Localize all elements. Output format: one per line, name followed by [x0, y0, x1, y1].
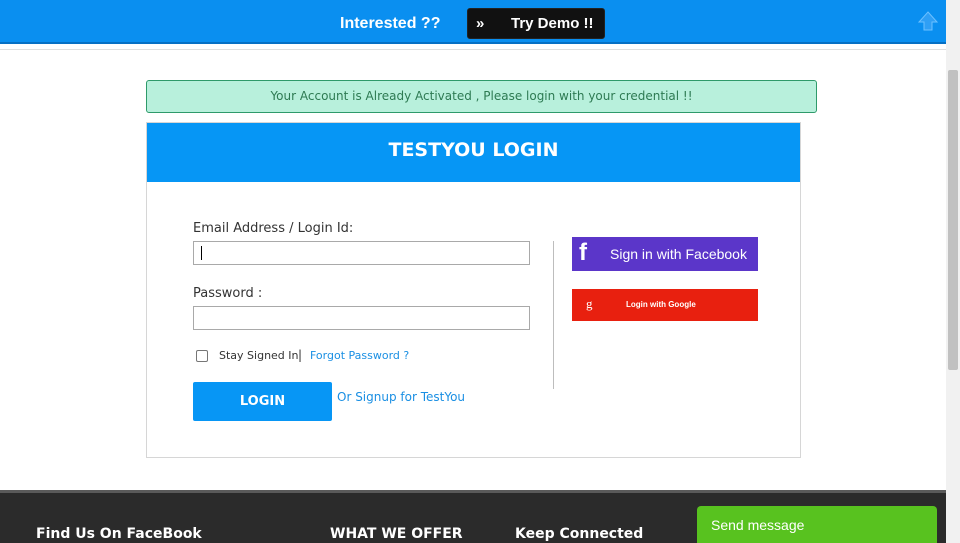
header-divider: [0, 49, 946, 50]
text-caret: [201, 246, 202, 260]
footer-facebook-heading: Find Us On FaceBook: [36, 526, 202, 542]
email-label: Email Address / Login Id:: [193, 221, 354, 236]
login-panel: TESTYOU LOGIN Email Address / Login Id: …: [146, 122, 801, 458]
top-banner: Interested ?? » Try Demo !!: [0, 0, 946, 44]
forgot-password-link[interactable]: Forgot Password ?: [310, 349, 409, 362]
facebook-signin-label: Sign in with Facebook: [610, 246, 747, 262]
login-button[interactable]: LOGIN: [193, 382, 332, 421]
login-title: TESTYOU LOGIN: [147, 123, 800, 182]
page-scrollbar[interactable]: [946, 0, 960, 543]
password-input[interactable]: [193, 306, 530, 330]
double-chevron-right-icon: »: [476, 15, 485, 32]
link-separator: |: [298, 348, 303, 362]
facebook-icon: f: [579, 239, 587, 266]
footer-connected-heading: Keep Connected: [515, 526, 644, 542]
send-message-chat-button[interactable]: Send message: [697, 506, 937, 543]
signup-link[interactable]: Or Signup for TestYou: [337, 390, 465, 404]
email-input[interactable]: [193, 241, 530, 265]
activation-alert: Your Account is Already Activated , Plea…: [146, 80, 817, 113]
google-login-button[interactable]: g Login with Google: [572, 289, 758, 321]
vertical-divider: [553, 241, 554, 389]
interested-text: Interested ??: [340, 15, 441, 32]
stay-signed-in-checkbox[interactable]: [196, 350, 208, 362]
password-label: Password :: [193, 286, 263, 301]
arrow-up-icon[interactable]: [917, 10, 939, 32]
try-demo-button[interactable]: » Try Demo !!: [467, 8, 605, 39]
try-demo-label: Try Demo !!: [511, 15, 594, 32]
stay-signed-in-label[interactable]: Stay Signed In: [219, 349, 299, 362]
google-icon: g: [586, 296, 593, 311]
google-login-label: Login with Google: [626, 300, 696, 309]
facebook-signin-button[interactable]: f Sign in with Facebook: [572, 237, 758, 271]
footer-offer-heading: WHAT WE OFFER: [330, 526, 463, 542]
scrollbar-thumb[interactable]: [948, 70, 958, 370]
